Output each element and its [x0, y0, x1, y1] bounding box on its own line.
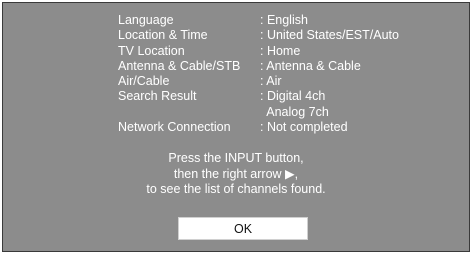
setting-label: TV Location — [118, 43, 185, 58]
ok-button[interactable]: OK — [178, 217, 308, 240]
setting-value: : Air — [260, 74, 282, 89]
settings-row-language: Language : English — [118, 13, 399, 28]
settings-row-antenna-cable: Antenna & Cable/STB : Antenna & Cable — [118, 59, 399, 74]
setting-value: : Not completed — [260, 120, 348, 135]
setting-value: : United States/EST/Auto — [260, 28, 399, 43]
setting-label: Air/Cable — [118, 74, 170, 89]
setting-value: Analog 7ch — [260, 104, 329, 119]
instruction-text: Press the INPUT button, then the right a… — [3, 151, 469, 198]
setting-value: : Digital 4ch — [260, 89, 326, 104]
setting-label: Language — [118, 13, 174, 27]
setting-label: Network Connection — [118, 120, 231, 135]
setting-label: Location & Time — [118, 28, 208, 43]
settings-summary-list: Language : English Location & Time : Uni… — [118, 13, 399, 135]
setting-label: Antenna & Cable/STB — [118, 58, 241, 73]
settings-row-air-cable: Air/Cable : Air — [118, 74, 399, 89]
settings-row-location-time: Location & Time : United States/EST/Auto — [118, 28, 399, 43]
instruction-line: to see the list of channels found. — [146, 182, 326, 196]
setting-value: : Antenna & Cable — [260, 58, 361, 73]
setting-value: : English — [260, 13, 308, 27]
setup-summary-screen: Language : English Location & Time : Uni… — [2, 2, 470, 252]
setting-label: Search Result — [118, 89, 197, 104]
settings-row-search-result: Search Result : Digital 4ch Analog 7ch — [118, 89, 399, 120]
instruction-line: Press the INPUT button, — [168, 151, 304, 165]
settings-row-network-connection: Network Connection : Not completed — [118, 120, 399, 135]
instruction-line: then the right arrow ▶, — [173, 166, 299, 181]
setting-value: : Home — [260, 43, 301, 58]
settings-row-tv-location: TV Location : Home — [118, 44, 399, 59]
